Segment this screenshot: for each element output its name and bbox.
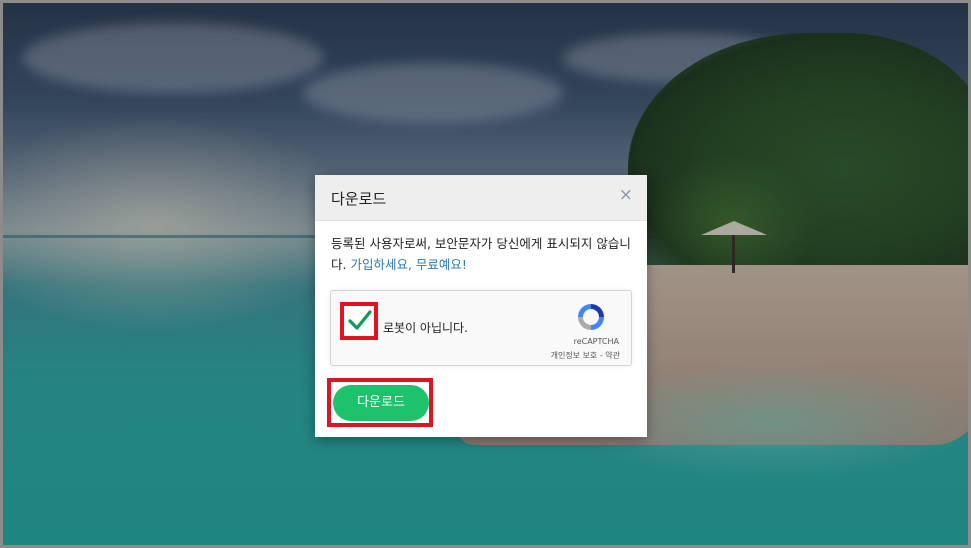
modal-title: 다운로드 bbox=[331, 190, 387, 208]
signup-link[interactable]: 가입하세요, 무료예요! bbox=[350, 257, 466, 272]
checkmark-icon bbox=[348, 310, 372, 330]
modal-header: 다운로드 × bbox=[315, 175, 647, 221]
captcha-message: 등록된 사용자로써, 보안문자가 당신에게 표시되지 않습니다. 가입하세요, … bbox=[331, 233, 631, 275]
recaptcha-terms-link[interactable]: 개인정보 보호 - 약관 bbox=[551, 350, 620, 361]
recaptcha-brand: reCAPTCHA bbox=[573, 337, 619, 346]
recaptcha-widget: 로봇이 아닙니다. reCAPTCHA 개인정보 보호 - 약관 bbox=[330, 290, 632, 366]
download-modal: 다운로드 × 등록된 사용자로써, 보안문자가 당신에게 표시되지 않습니다. … bbox=[315, 175, 647, 437]
download-button[interactable]: 다운로드 bbox=[333, 385, 429, 421]
modal-body: 등록된 사용자로써, 보안문자가 당신에게 표시되지 않습니다. 가입하세요, … bbox=[315, 221, 647, 275]
download-button-highlight: 다운로드 bbox=[327, 378, 433, 427]
recaptcha-label: 로봇이 아닙니다. bbox=[383, 321, 468, 335]
recaptcha-checkbox[interactable] bbox=[340, 302, 378, 340]
close-icon[interactable]: × bbox=[619, 186, 633, 204]
recaptcha-logo-icon bbox=[578, 304, 604, 330]
